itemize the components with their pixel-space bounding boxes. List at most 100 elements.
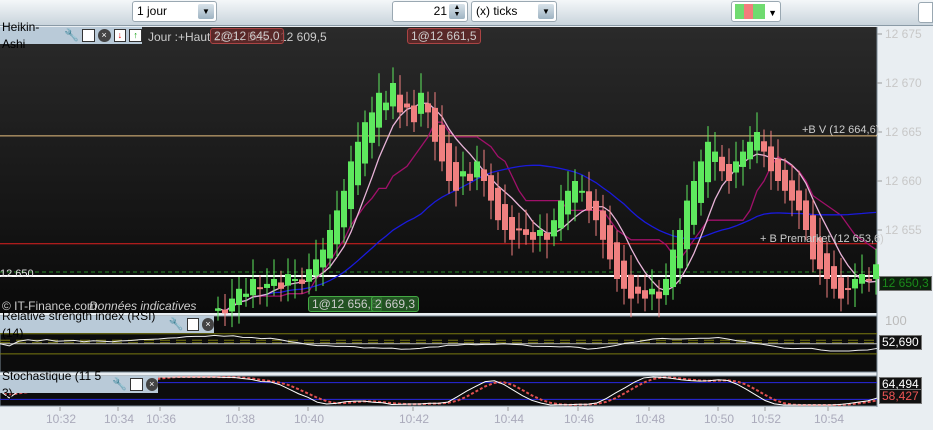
candle-body [698, 161, 704, 203]
candle-body [754, 132, 760, 151]
candle-body [663, 279, 669, 296]
price-tick-label: 12 660 [885, 174, 922, 188]
candle-body [215, 308, 221, 311]
candle-body [369, 112, 375, 143]
candle-body [572, 181, 578, 203]
chevron-down-icon: ▼ [538, 4, 554, 19]
candle-body [264, 283, 270, 288]
candle-body [488, 175, 494, 201]
arrow-up-icon[interactable]: ↑ [129, 29, 142, 42]
candle-body [292, 279, 298, 281]
candle-body [271, 279, 277, 286]
candle-body [635, 286, 641, 294]
time-tick-label: 10:34 [104, 412, 135, 426]
maximize-icon[interactable] [82, 29, 95, 42]
close-icon[interactable]: × [201, 318, 215, 331]
candle-body [243, 293, 249, 297]
maximize-icon[interactable] [130, 378, 143, 391]
candle-body [761, 141, 767, 152]
candle-body [229, 298, 235, 312]
candle-body [467, 173, 473, 181]
ticks-stepper[interactable]: 21 ▲ ▼ [392, 1, 468, 22]
main-panel-bg [0, 27, 877, 313]
candle-body [600, 210, 606, 240]
candle-body [222, 309, 228, 314]
candle-body [509, 217, 515, 240]
candle-body [257, 287, 263, 290]
wrench-icon[interactable]: 🔧 [112, 376, 127, 393]
last-price-badge: 12 650,3 [879, 276, 932, 291]
candle-body [782, 169, 788, 191]
candle-body [852, 279, 858, 289]
time-tick-label: 10:46 [564, 412, 595, 426]
candle-body [537, 230, 543, 236]
candle-body [775, 158, 781, 181]
stoch-panel-header: Stochastique (11 5 3) 🔧 × [0, 369, 158, 400]
rsi-panel-header: Relative strength index (RSI) (14) 🔧 × [0, 309, 215, 340]
indicator-button[interactable]: ▼ [731, 1, 781, 22]
candle-body [425, 103, 431, 113]
scroll-right-button[interactable] [918, 2, 933, 23]
order-label[interactable]: 2 669,3 [371, 296, 420, 312]
time-tick-label: 10:48 [635, 412, 666, 426]
close-icon[interactable]: × [145, 378, 158, 391]
indicator-chart-icon [735, 4, 765, 19]
price-tick-label: 12 675 [885, 27, 922, 41]
arrow-down-icon[interactable]: ↓ [113, 29, 127, 42]
candle-body [803, 200, 809, 230]
time-tick-label: 10:54 [814, 412, 845, 426]
order-label[interactable]: 2@12 645,0 [210, 28, 284, 44]
candle-body [446, 143, 452, 181]
candle-body [355, 141, 361, 186]
candle-body [719, 156, 725, 172]
candle-body [796, 190, 802, 211]
ticks-unit-value: (x) ticks [476, 4, 518, 18]
price-tick-label: 12 665 [885, 125, 922, 139]
candle-body [642, 290, 648, 299]
candle-body [313, 259, 319, 276]
stepper-arrows-icon[interactable]: ▲ ▼ [449, 4, 465, 19]
time-tick-label: 10:38 [225, 412, 256, 426]
premarket-line-label: + B Premarket (12 653,6) [760, 233, 884, 245]
candle-body [859, 274, 865, 284]
price-tick-label: 12 655 [885, 223, 922, 237]
chevron-down-icon: ▼ [768, 8, 777, 18]
candle-body [348, 161, 354, 210]
candle-body [334, 210, 340, 245]
candle-body [614, 242, 620, 279]
rsi-value-badge: 52,690 [879, 335, 922, 350]
candle-body [768, 146, 774, 172]
toolbar: 1 jour ▼ 21 ▲ ▼ (x) ticks ▼ ▼ [0, 0, 933, 26]
candle-body [306, 269, 312, 282]
panel-title: Stochastique (11 5 3) [2, 368, 102, 400]
time-tick-label: 10:32 [46, 412, 77, 426]
bv-line-label: +B V (12 664,6) [802, 124, 880, 136]
period-select[interactable]: 1 jour ▼ [132, 1, 217, 22]
candle-body [404, 103, 410, 108]
candle-body [523, 229, 529, 235]
stoch-d-badge: 58,427 [879, 389, 922, 404]
level-label: 12 650 [0, 268, 34, 280]
wrench-icon[interactable]: 🔧 [64, 27, 79, 44]
candle-body [866, 278, 872, 281]
candle-body [453, 162, 459, 191]
maximize-icon[interactable] [186, 318, 199, 331]
candle-body [376, 92, 382, 128]
close-icon[interactable]: × [97, 29, 111, 42]
chart-canvas[interactable] [0, 27, 933, 430]
candle-body [565, 190, 571, 215]
ticks-unit-select[interactable]: (x) ticks ▼ [471, 1, 557, 22]
candle-body [726, 163, 732, 181]
candle-body [677, 230, 683, 269]
candle-body [705, 141, 711, 183]
candle-body [712, 151, 718, 162]
candle-body [593, 200, 599, 221]
period-value: 1 jour [137, 4, 168, 18]
time-tick-label: 10:50 [704, 412, 735, 426]
candle-body [432, 107, 438, 142]
time-tick-label: 10:36 [146, 412, 177, 426]
candle-body [691, 181, 697, 225]
order-label[interactable]: 1@12 661,5 [407, 28, 481, 44]
candle-body [586, 191, 592, 211]
wrench-icon[interactable]: 🔧 [169, 316, 184, 333]
